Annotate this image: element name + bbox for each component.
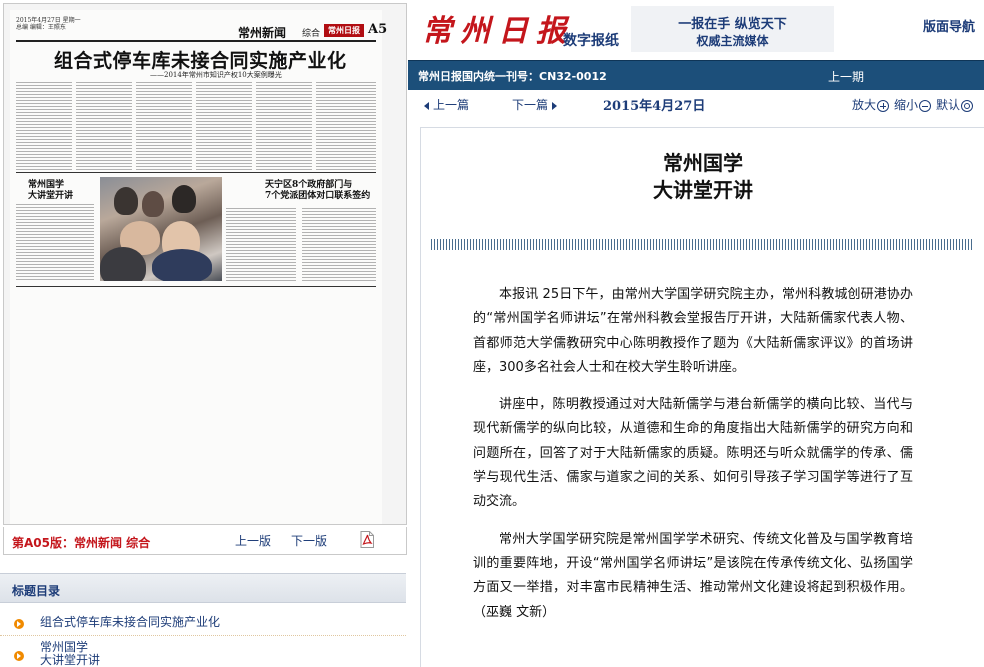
paper-rule (16, 40, 376, 42)
default-size-button[interactable]: 默认 (936, 96, 974, 113)
article-paragraph: 本报讯 25日下午，由常州大学国学研究院主办，常州科教城创研港协办的“常州国学名… (473, 287, 913, 375)
toc-bullet-icon (14, 651, 24, 661)
page-navigation-link[interactable]: 版面导航 (923, 16, 975, 35)
toc-header: 标题目录 (0, 573, 406, 603)
article-divider (431, 239, 973, 250)
edition-bar: 第A05版：常州新闻 综合 上一版 下一版 (3, 527, 407, 555)
edition-label: 第A05版：常州新闻 综合 (12, 536, 151, 550)
paper-headline[interactable]: 组合式停车库未接合同实施产业化 (54, 46, 347, 73)
article-body: 本报讯 25日下午，由常州大学国学研究院主办，常州科教城创研港协办的“常州国学名… (473, 283, 913, 638)
article-title: 常州国学 大讲堂开讲 (653, 151, 753, 202)
toc-bullet-icon (14, 619, 24, 629)
slogan-line-1: 一报在手 纵览天下 (678, 17, 787, 32)
slogan-box: 一报在手 纵览天下 权威主流媒体 (631, 6, 834, 52)
paper-text-column (16, 82, 72, 170)
paper-text-column (16, 204, 94, 282)
next-arrow-icon (552, 101, 558, 110)
paper-page-number: A5 (368, 22, 388, 37)
article-paragraph: 常州大学国学研究院是常州国学学术研究、传统文化普及与国学教育培训的重要阵地，开设… (473, 531, 913, 620)
paper-text-column (136, 82, 192, 170)
paper-section-sub: 综合 (302, 29, 321, 39)
site-logo[interactable]: 常州日报 (422, 6, 574, 50)
default-size-icon (961, 99, 974, 112)
prev-edition-link[interactable]: 上一版 (235, 532, 271, 549)
next-article-link[interactable]: 下一篇 (512, 96, 558, 113)
article-paragraph: 讲座中，陈明教授通过对大陆新儒学与港台新儒学的横向比较、当代与现代新儒学的纵向比… (473, 397, 913, 510)
zoom-out-button[interactable]: 缩小 (894, 96, 932, 113)
site-logo-sub: 数字报纸 (563, 33, 619, 49)
prev-arrow-icon (424, 101, 429, 110)
issn-info: 常州日报国内统一刊号：CN32-0012 (418, 70, 607, 83)
toc-item-label[interactable]: 组合式停车库未接合同实施产业化 (40, 616, 220, 629)
article-panel: 常州国学 大讲堂开讲 本报讯 25日下午，由常州大学国学研究院主办，常州科教城创… (420, 127, 984, 667)
toc-title: 标题目录 (12, 584, 61, 598)
prev-issue-link[interactable]: 上一期 (828, 68, 864, 85)
zoom-in-icon (877, 99, 890, 112)
paper-article-title-guoxue[interactable]: 常州国学 大讲堂开讲 (28, 180, 73, 202)
paper-subhead: ——2014年常州市知识产权10大案例曝光 (150, 71, 282, 79)
paper-date: 2015年4月27日 星期一 总编 编辑：王照东 (16, 17, 81, 31)
newspaper-page-image[interactable]: 2015年4月27日 星期一 总编 编辑：王照东 常州新闻 综合 常州日报 A5 … (10, 10, 387, 524)
issue-date: 2015年4月27日 (603, 99, 706, 114)
newspaper-page-preview[interactable]: 2015年4月27日 星期一 总编 编辑：王照东 常州新闻 综合 常州日报 A5 … (3, 3, 407, 525)
paper-article-title-tianning[interactable]: 天宁区8个政府部门与 7个党派团体对口联系签约 (265, 180, 370, 202)
paper-text-column (302, 208, 376, 282)
masthead: 常州日报 数字报纸 一报在手 纵览天下 权威主流媒体 版面导航 (408, 0, 984, 60)
toc-item[interactable]: 常州国学 大讲堂开讲 (0, 637, 406, 667)
zoom-out-icon (919, 99, 932, 112)
slogan-line-2: 权威主流媒体 (696, 34, 769, 48)
zoom-in-button[interactable]: 放大 (852, 96, 890, 113)
paper-section: 常州新闻 (238, 26, 287, 40)
pdf-icon[interactable] (360, 531, 374, 548)
next-edition-link[interactable]: 下一版 (291, 532, 327, 549)
paper-text-column (76, 82, 132, 170)
paper-header: 2015年4月27日 星期一 总编 编辑：王照东 常州新闻 综合 常州日报 A5 (16, 15, 387, 43)
paper-text-column (316, 82, 376, 170)
info-bar: 常州日报国内统一刊号：CN32-0012 上一期 (408, 60, 984, 90)
paper-photo[interactable] (100, 177, 222, 281)
left-panel: 2015年4月27日 星期一 总编 编辑：王照东 常州新闻 综合 常州日报 A5 … (0, 0, 408, 667)
toc-item-label[interactable]: 常州国学 大讲堂开讲 (40, 641, 100, 667)
toc-item[interactable]: 组合式停车库未接合同实施产业化 (0, 604, 406, 636)
paper-divider (16, 172, 376, 173)
article-toolbar: 上一篇 下一篇 2015年4月27日 放大 缩小 默认 (408, 90, 984, 118)
paper-divider (16, 286, 376, 287)
paper-logo: 常州日报 (324, 24, 364, 37)
paper-text-column (196, 82, 252, 170)
prev-article-link[interactable]: 上一篇 (424, 96, 469, 113)
paper-text-column (256, 82, 312, 170)
paper-text-column (226, 208, 296, 282)
